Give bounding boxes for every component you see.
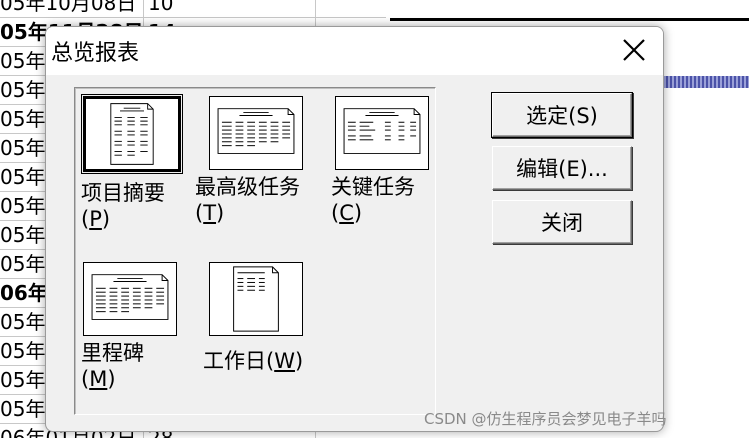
sheet-cell-value: 10 xyxy=(144,0,316,17)
report-label: 最高级任务 (T) xyxy=(195,175,300,225)
sheet-cell-date: 05年10月08日 xyxy=(0,0,144,17)
select-button[interactable]: 选定(S) xyxy=(492,93,632,137)
background-gantt-bar xyxy=(662,76,749,88)
report-page-icon xyxy=(81,94,183,174)
report-page-icon xyxy=(335,96,429,170)
dialog-close-button[interactable]: 关闭 xyxy=(492,200,632,244)
close-icon xyxy=(623,39,645,61)
background-window-body xyxy=(662,88,749,438)
report-label: 工作日(W) xyxy=(203,349,304,373)
report-label: 关键任务 (C) xyxy=(331,175,415,225)
dialog-title-bar: 总览报表 xyxy=(46,27,663,75)
close-button[interactable] xyxy=(619,35,649,65)
dialog-title: 总览报表 xyxy=(51,41,140,66)
watermark: CSDN @仿生程序员会梦见电子羊吗 xyxy=(424,410,667,428)
background-window-header xyxy=(390,0,749,21)
edit-button[interactable]: 编辑(E)... xyxy=(492,146,632,190)
reports-panel: 项目摘要 (P) 最高级任务 (T) 关键任务 (C) 里程碑 (M) 工作日(… xyxy=(74,87,436,415)
report-label: 项目摘要 (P) xyxy=(81,181,165,231)
report-page-icon xyxy=(209,96,303,170)
report-label: 里程碑 (M) xyxy=(81,341,144,391)
report-page-icon xyxy=(83,262,177,336)
overview-reports-dialog: 总览报表 项目摘要 (P) 最高级任务 (T) 关键任务 (C) 里程碑 (M)… xyxy=(45,26,664,432)
report-page-icon xyxy=(209,262,303,336)
sheet-row: 05年10月08日 10 xyxy=(0,0,390,18)
